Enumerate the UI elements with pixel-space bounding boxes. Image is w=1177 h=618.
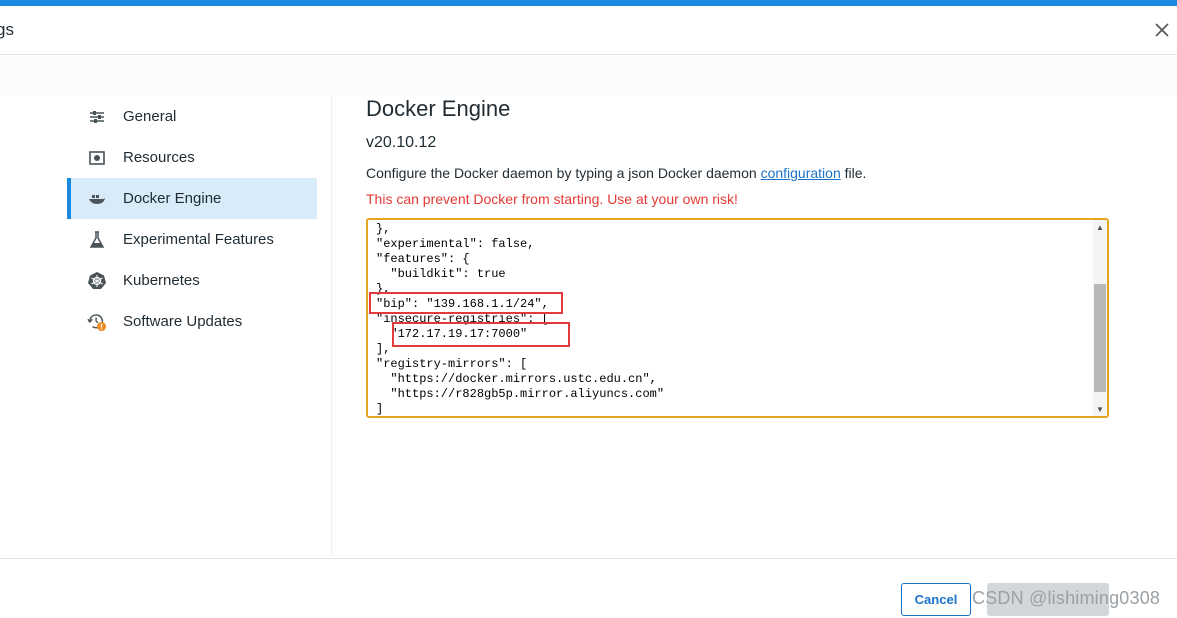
sidebar-item-label: Software Updates bbox=[123, 313, 243, 330]
whale-icon bbox=[87, 189, 107, 209]
sidebar-divider bbox=[331, 96, 332, 556]
sidebar-item-resources[interactable]: Resources bbox=[67, 137, 317, 178]
window-title: gs bbox=[0, 20, 14, 39]
flask-icon bbox=[87, 230, 107, 250]
update-clock-icon bbox=[87, 312, 107, 332]
sidebar-item-experimental-features[interactable]: Experimental Features bbox=[67, 219, 317, 260]
helm-wheel-icon bbox=[87, 271, 107, 291]
description-text-start: Configure the Docker daemon by typing a … bbox=[366, 165, 761, 181]
engine-version: v20.10.12 bbox=[366, 134, 437, 151]
sidebar-item-label: Experimental Features bbox=[123, 231, 274, 248]
scroll-up-icon[interactable]: ▲ bbox=[1093, 220, 1107, 234]
warning-text: This can prevent Docker from starting. U… bbox=[366, 191, 738, 207]
watermark: CSDN @lishiming0308 bbox=[972, 588, 1161, 608]
description-text: Configure the Docker daemon by typing a … bbox=[366, 165, 866, 181]
resources-icon bbox=[87, 148, 107, 168]
highlight-box-registry bbox=[392, 322, 570, 347]
sidebar-item-label: Docker Engine bbox=[123, 190, 222, 207]
footer-divider bbox=[0, 558, 1177, 559]
daemon-json-editor[interactable]: }, "experimental": false, "features": { … bbox=[366, 218, 1109, 418]
close-icon bbox=[1155, 23, 1169, 37]
cancel-button[interactable]: Cancel bbox=[901, 583, 971, 616]
close-button[interactable] bbox=[1150, 18, 1174, 42]
sidebar-item-kubernetes[interactable]: Kubernetes bbox=[67, 260, 317, 301]
description-text-end: file. bbox=[840, 165, 867, 181]
sidebar-item-general[interactable]: General bbox=[67, 96, 317, 137]
editor-scrollbar[interactable]: ▲ ▼ bbox=[1093, 220, 1107, 416]
sliders-icon bbox=[87, 107, 107, 127]
settings-sidebar: General Resources Docker Engine Experime… bbox=[67, 96, 317, 342]
highlight-box-bip bbox=[369, 292, 563, 314]
sidebar-item-software-updates[interactable]: Software Updates bbox=[67, 301, 317, 342]
toolbar-band bbox=[0, 56, 1177, 96]
dialog-header: gs bbox=[0, 6, 1177, 55]
scroll-down-icon[interactable]: ▼ bbox=[1093, 402, 1107, 416]
sidebar-item-label: General bbox=[123, 108, 177, 125]
scroll-thumb[interactable] bbox=[1094, 284, 1106, 392]
sidebar-item-label: Kubernetes bbox=[123, 272, 200, 289]
json-code[interactable]: }, "experimental": false, "features": { … bbox=[376, 222, 664, 416]
configuration-link[interactable]: configuration bbox=[761, 165, 841, 181]
sidebar-item-label: Resources bbox=[123, 149, 195, 166]
page-title: Docker Engine bbox=[366, 96, 511, 121]
sidebar-item-docker-engine[interactable]: Docker Engine bbox=[67, 178, 317, 219]
